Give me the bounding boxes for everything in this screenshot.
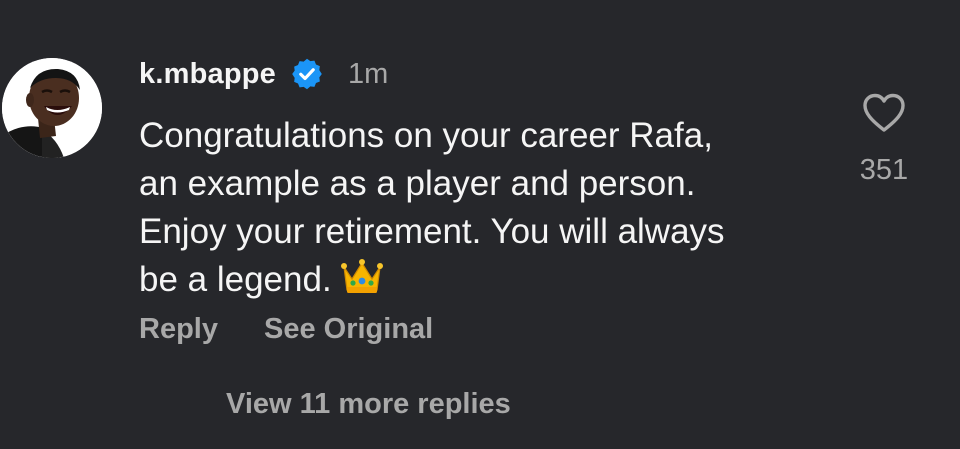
avatar[interactable] [2, 58, 102, 158]
view-more-replies-button[interactable]: View 11 more replies [226, 388, 511, 421]
comment-text-block: Congratulations on your career Rafa, an … [139, 112, 829, 304]
verified-badge-icon [290, 57, 324, 91]
heart-outline-icon[interactable] [861, 92, 907, 134]
see-original-button[interactable]: See Original [264, 313, 433, 346]
crown-emoji-icon [340, 257, 384, 297]
comment-text: Congratulations on your career Rafa, an … [139, 116, 725, 299]
comment-item: k.mbappe 1m Congratulations on your care… [0, 0, 960, 449]
like-count: 351 [859, 154, 909, 186]
like-section: 351 [852, 92, 916, 187]
comment-actions: Reply See Original [139, 308, 433, 350]
avatar-photo [2, 58, 102, 158]
username[interactable]: k.mbappe [139, 58, 276, 91]
timestamp: 1m [347, 57, 389, 90]
reply-button[interactable]: Reply [139, 313, 218, 346]
comment-header: k.mbappe 1m [139, 52, 388, 96]
